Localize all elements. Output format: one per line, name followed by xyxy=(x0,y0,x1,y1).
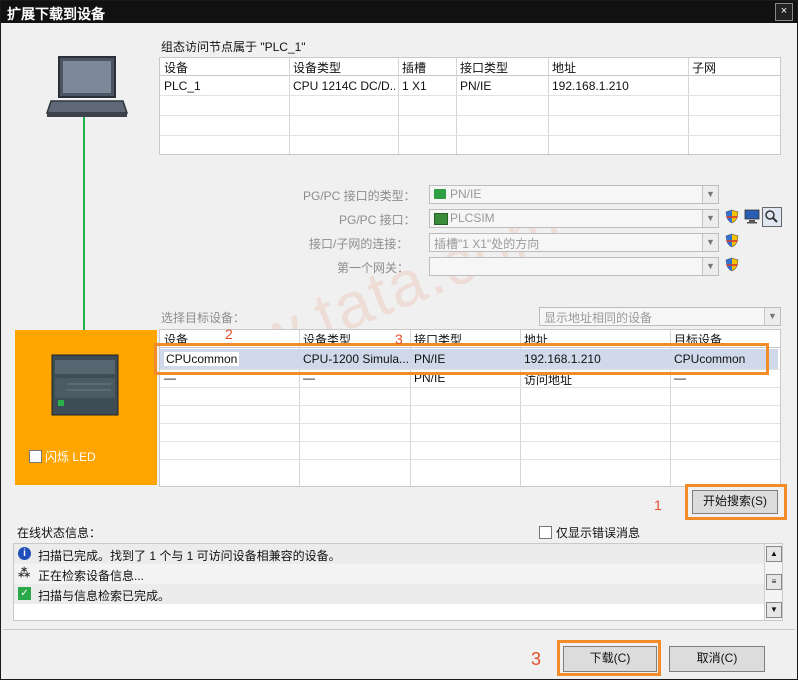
col-header: 插槽 xyxy=(402,61,427,75)
status-messages: i 扫描已完成。找到了 1 个与 1 可访问设备相兼容的设备。 ⁂ 正在检索设备… xyxy=(13,543,783,621)
pgpc-interface-select[interactable]: PLCSIM ▼ xyxy=(429,209,719,228)
message-row: ⁂ 正在检索设备信息... xyxy=(14,564,764,584)
highlight-box-row xyxy=(154,343,769,375)
highlight-box-search xyxy=(685,484,787,520)
properties-button[interactable] xyxy=(762,207,782,227)
access-node-table: 设备 设备类型 插槽 接口类型 地址 子网 PLC_1 CPU 1214C DC… xyxy=(159,57,781,155)
scroll-thumb[interactable]: ≡ xyxy=(766,574,782,590)
table-cell: 192.168.1.210 xyxy=(552,79,629,93)
magnifier-icon xyxy=(765,210,778,223)
errors-only-label: 仅显示错误消息 xyxy=(556,526,641,540)
col-header: 设备 xyxy=(164,61,189,75)
pgpc-type-select[interactable]: PN/IE ▼ xyxy=(429,185,719,204)
col-header: 子网 xyxy=(692,61,717,75)
subnet-select[interactable]: 插槽"1 X1"处的方向 ▼ xyxy=(429,233,719,252)
col-header: 地址 xyxy=(552,61,577,75)
message-row: i 扫描已完成。找到了 1 个与 1 可访问设备相兼容的设备。 xyxy=(14,544,764,564)
annotation-2: 2 xyxy=(225,326,233,342)
window-title: 扩展下载到设备 xyxy=(7,6,105,22)
chevron-down-icon: ▼ xyxy=(764,308,780,325)
pgpc-interface-label: PG/PC 接口： xyxy=(339,213,416,227)
subnet-label: 接口/子网的连接： xyxy=(309,237,409,251)
annotation-3-download: 3 xyxy=(531,649,542,669)
table-cell: CPU 1214C DC/D... xyxy=(293,79,395,93)
title-bar: 扩展下载到设备 × xyxy=(1,1,797,23)
info-icon: i xyxy=(18,547,31,560)
annotation-3-table: 3 xyxy=(395,331,403,347)
scroll-up-icon[interactable]: ▲ xyxy=(766,546,782,562)
shield-icon[interactable] xyxy=(725,233,739,248)
scroll-down-icon[interactable]: ▼ xyxy=(766,602,782,618)
dialog-body: www.tata.com 组态访问节点属于 "PLC_1" 设备 设备类型 插槽… xyxy=(3,23,795,677)
chevron-down-icon: ▼ xyxy=(702,210,718,227)
laptop-icon xyxy=(45,56,129,117)
chevron-down-icon: ▼ xyxy=(702,186,718,203)
chevron-down-icon: ▼ xyxy=(702,234,718,251)
close-button[interactable]: × xyxy=(775,3,793,21)
plc-icon xyxy=(51,354,119,416)
network-icon xyxy=(434,189,446,199)
access-node-label: 组态访问节点属于 "PLC_1" xyxy=(161,40,306,54)
cancel-button[interactable]: 取消(C) xyxy=(669,646,765,672)
connection-line xyxy=(83,117,85,353)
shield-icon[interactable] xyxy=(725,209,739,224)
chevron-down-icon: ▼ xyxy=(702,258,718,275)
message-row: ✓ 扫描与信息检索已完成。 xyxy=(14,584,764,604)
gateway-label: 第一个网关： xyxy=(337,261,410,275)
computer-icon[interactable] xyxy=(744,209,760,224)
col-header: 接口类型 xyxy=(460,61,509,75)
target-filter-select[interactable]: 显示地址相同的设备 ▼ xyxy=(539,307,781,326)
table-cell: PN/IE xyxy=(460,79,492,93)
flash-led-checkbox[interactable] xyxy=(29,450,42,463)
gateway-select[interactable]: ▼ xyxy=(429,257,719,276)
status-label: 在线状态信息： xyxy=(17,526,102,540)
errors-only-checkbox[interactable] xyxy=(539,526,552,539)
table-cell: 1 X1 xyxy=(402,79,427,93)
device-panel: 闪烁 LED xyxy=(15,330,157,485)
dialog-window: 扩展下载到设备 × www.tata.com 组态访问节点属于 "PLC_1" … xyxy=(0,0,798,680)
retrieve-icon: ⁂ xyxy=(18,566,31,580)
flash-led-label: 闪烁 LED xyxy=(45,450,96,464)
table-cell: PLC_1 xyxy=(164,79,201,93)
target-device-label: 选择目标设备： xyxy=(161,311,246,325)
plcsim-icon xyxy=(434,213,448,225)
col-header: 设备类型 xyxy=(293,61,342,75)
annotation-1: 1 xyxy=(654,497,662,513)
pgpc-type-label: PG/PC 接口的类型： xyxy=(303,189,416,203)
check-icon: ✓ xyxy=(18,587,31,600)
scrollbar[interactable]: ▲ ≡ ▼ xyxy=(764,544,782,620)
shield-icon[interactable] xyxy=(725,257,739,272)
highlight-box-download xyxy=(557,640,661,676)
footer-divider xyxy=(3,629,795,630)
